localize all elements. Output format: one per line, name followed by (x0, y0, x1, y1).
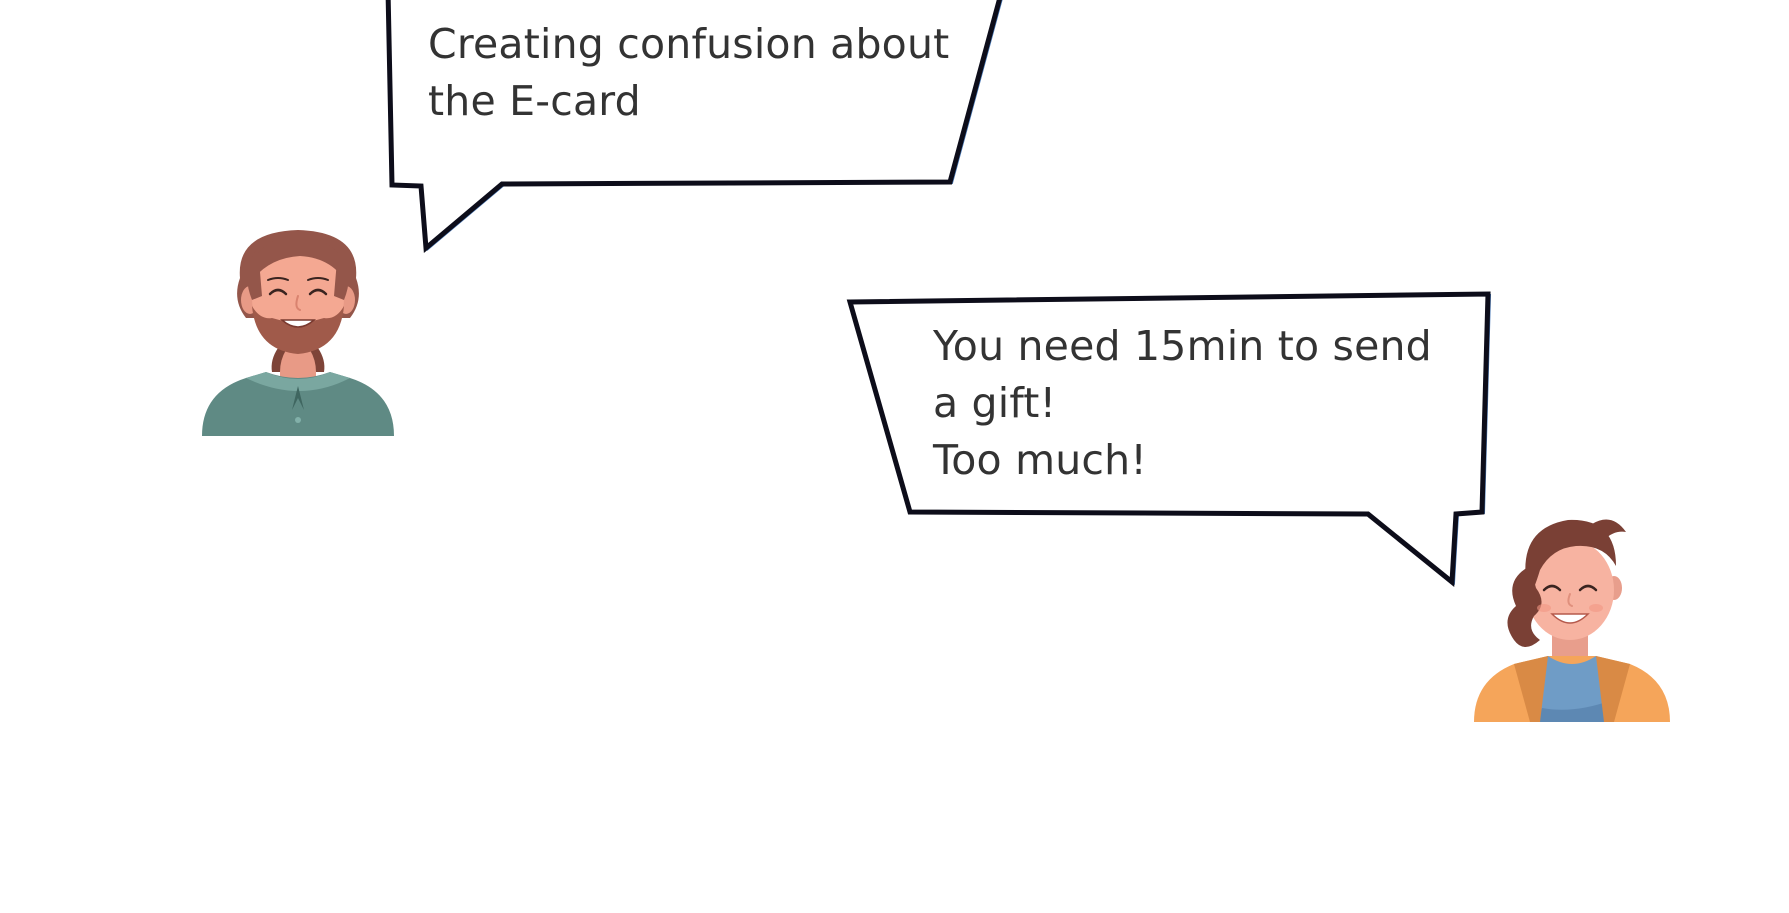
conversation-scene: Creating confusion about the E-card You … (0, 0, 1789, 913)
bubble-line: Creating confusion about (428, 20, 950, 68)
woman-avatar-icon (1474, 519, 1670, 722)
speech-bubble-woman-text: You need 15min to send a gift! Too much! (933, 318, 1432, 489)
bubble-line: a gift! (933, 379, 1057, 427)
bubble-line: You need 15min to send (933, 322, 1432, 370)
bubble-line: the E-card (428, 77, 641, 125)
speech-bubble-man-text: Creating confusion about the E-card (428, 16, 949, 130)
bearded-man-avatar-icon (202, 230, 394, 436)
scene-graphics (202, 0, 1670, 722)
bubble-line: Too much! (933, 436, 1147, 484)
